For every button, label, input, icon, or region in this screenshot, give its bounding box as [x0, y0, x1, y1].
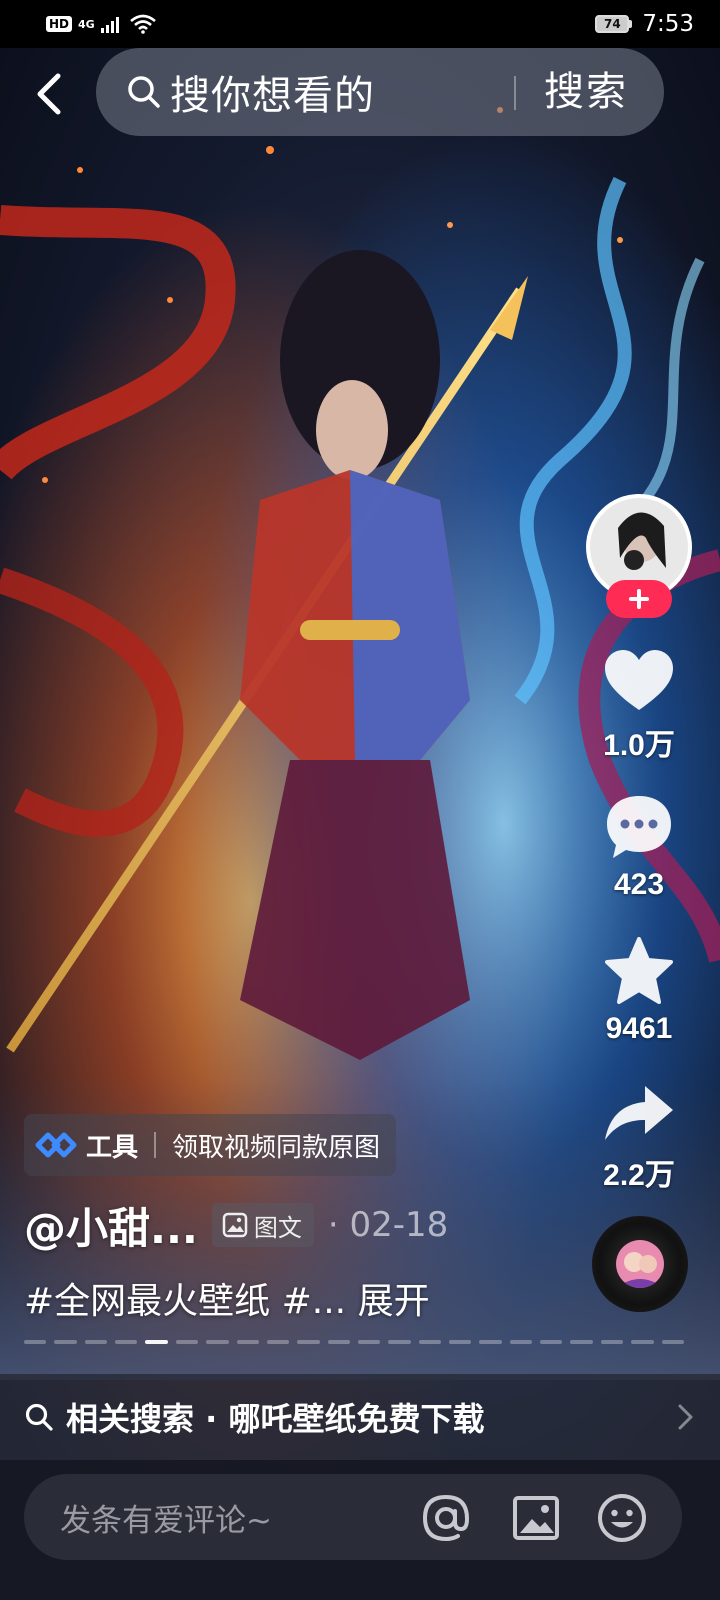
tool-divider	[154, 1132, 157, 1158]
expand-link[interactable]: 展开	[358, 1281, 430, 1322]
share-arrow-icon	[605, 1086, 673, 1140]
carousel-dash	[418, 1340, 442, 1344]
carousel-dash	[540, 1340, 563, 1344]
related-search-bar[interactable]: 相关搜索 · 哪吒壁纸免费下载	[0, 1374, 720, 1460]
carousel-dash	[236, 1340, 259, 1344]
post-caption: #全网最火壁纸 #... 展开	[24, 1272, 430, 1324]
emoji-icon[interactable]	[596, 1492, 648, 1544]
carousel-dash	[24, 1340, 47, 1344]
carousel-dash	[145, 1340, 168, 1344]
wifi-icon	[129, 14, 156, 34]
carousel-dash	[175, 1340, 199, 1344]
like-button[interactable]: 1.0万	[584, 648, 694, 764]
tool-chip[interactable]: 工具 领取视频同款原图	[24, 1114, 397, 1176]
search-input[interactable]: 搜你想看的	[170, 63, 375, 121]
image-picker-icon[interactable]	[510, 1492, 562, 1544]
favorite-button[interactable]: 9461	[584, 936, 694, 1046]
comment-count: 423	[613, 868, 665, 901]
carousel-dash	[570, 1340, 593, 1344]
signal-icon	[100, 17, 119, 33]
search-divider	[514, 76, 516, 110]
post-type-badge: 图文	[211, 1203, 314, 1247]
carousel-dash	[449, 1340, 472, 1344]
follow-button[interactable]	[606, 580, 672, 618]
carousel-dash	[297, 1340, 320, 1344]
network-type: 4G	[78, 17, 95, 31]
carousel-dash	[479, 1340, 502, 1344]
carousel-dash	[206, 1340, 229, 1344]
music-cover-icon	[616, 1240, 664, 1288]
search-button[interactable]: 搜索	[544, 48, 628, 136]
plus-icon	[629, 589, 649, 609]
author-row: @小甜... 图文 · 02-18	[24, 1196, 448, 1254]
caption-text[interactable]: #全网最火壁纸 #...	[24, 1281, 346, 1322]
battery-indicator: 74	[595, 15, 633, 33]
search-icon	[25, 1403, 53, 1431]
comment-button[interactable]: 423	[584, 792, 694, 902]
carousel-dash	[357, 1340, 381, 1344]
tool-action-link[interactable]: 领取视频同款原图	[172, 1127, 380, 1164]
music-disc[interactable]	[592, 1216, 688, 1312]
back-button[interactable]	[24, 66, 74, 122]
mention-icon[interactable]	[420, 1492, 472, 1544]
carousel-dash	[266, 1340, 290, 1344]
link-icon	[35, 1132, 77, 1158]
carousel-dash	[115, 1340, 138, 1344]
battery-level: 74	[595, 15, 630, 33]
tool-label: 工具	[86, 1132, 139, 1163]
status-time: 7:53	[642, 11, 694, 37]
author-name[interactable]: @小甜...	[24, 1195, 198, 1256]
star-icon	[605, 937, 673, 1004]
heart-icon	[605, 650, 673, 710]
chevron-right-icon	[678, 1404, 693, 1430]
carousel-dash	[661, 1340, 684, 1344]
like-count: 1.0万	[603, 729, 675, 762]
share-count: 2.2万	[603, 1159, 675, 1192]
carousel-dash	[509, 1340, 533, 1344]
comment-bar: 发条有爱评论~	[0, 1460, 720, 1600]
carousel-dash	[327, 1340, 350, 1344]
carousel-dash	[84, 1340, 108, 1344]
search-bar[interactable]: 搜你想看的 搜索	[96, 48, 664, 136]
carousel-dash	[388, 1340, 411, 1344]
favorite-count: 9461	[605, 1012, 673, 1045]
chevron-left-icon	[37, 73, 61, 115]
carousel-dash	[600, 1340, 624, 1344]
search-icon	[122, 70, 166, 114]
comment-icon	[607, 796, 671, 858]
post-date: · 02-18	[327, 1205, 449, 1245]
related-search-text: 相关搜索 · 哪吒壁纸免费下载	[66, 1400, 485, 1438]
post-type-label: 图文	[253, 1213, 302, 1242]
carousel-dash	[631, 1340, 654, 1344]
share-button[interactable]: 2.2万	[584, 1082, 694, 1194]
carousel-dash	[54, 1340, 77, 1344]
comment-input[interactable]: 发条有爱评论~	[24, 1474, 682, 1560]
image-icon	[222, 1212, 248, 1238]
hd-indicator: HD	[46, 16, 73, 32]
status-bar: HD 4G 74 7:53	[0, 0, 720, 48]
carousel-progress	[24, 1340, 684, 1344]
comment-placeholder: 发条有爱评论~	[60, 1502, 272, 1539]
